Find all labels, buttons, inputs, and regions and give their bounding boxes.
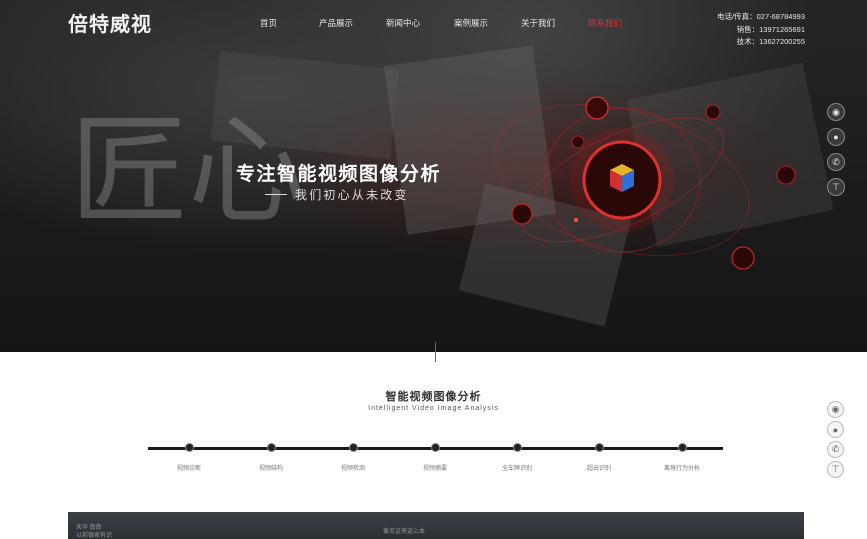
nav-item-home[interactable]: 首页: [260, 17, 277, 29]
section-divider: [435, 342, 436, 362]
bottom-feature-image: 天华 南南 以前银家有识 像见证来这么本: [68, 512, 804, 539]
nav-item-contact[interactable]: 联系我们: [588, 17, 622, 29]
top-icon[interactable]: ⊤: [827, 461, 844, 478]
node-icon: [705, 104, 721, 120]
timeline-dot[interactable]: [349, 443, 358, 452]
nav-item-about[interactable]: 关于我们: [521, 17, 555, 29]
contact-tech: 技术：13627200255: [736, 37, 805, 46]
chart-icon: [776, 165, 796, 185]
phone-icon[interactable]: ✆: [827, 441, 844, 458]
timeline-label[interactable]: 全车牌识别: [502, 463, 532, 472]
globe-icon: [585, 96, 609, 120]
timeline-label[interactable]: 视频诊断: [177, 463, 201, 472]
banner-text: 像见证来这么本: [383, 529, 426, 535]
timeline-dot[interactable]: [185, 443, 194, 452]
timeline-label[interactable]: 离境行为分析: [664, 463, 700, 472]
timeline-label[interactable]: 超出识别: [587, 463, 611, 472]
timeline-label[interactable]: 视频检测: [341, 463, 365, 472]
timeline-dot[interactable]: [513, 443, 522, 452]
phone-icon[interactable]: ✆: [827, 153, 845, 171]
top-icon[interactable]: ⊤: [827, 178, 845, 196]
contact-info: 电话/传真：027-68784993 销售：13971265691 技术：136…: [717, 11, 805, 49]
chat-icon[interactable]: ●: [827, 421, 844, 438]
hero-banner: 匠心 倍特威视 首页 产品展示 新闻中心 案例展示 关于我们 联系我们 电话/传…: [0, 0, 867, 352]
hero-subline-wrap: 我们初心从未改变: [265, 186, 409, 203]
timeline-dot[interactable]: [678, 443, 687, 452]
hero-subline: 我们初心从未改变: [295, 188, 409, 202]
feature-timeline: [148, 443, 723, 452]
nav-item-products[interactable]: 产品展示: [319, 17, 353, 29]
side-tools-dark: ◉ ● ✆ ⊤: [827, 103, 849, 203]
monitor-icon: [511, 203, 533, 225]
contact-sales: 销售：13971265691: [736, 24, 805, 34]
nav-item-news[interactable]: 新闻中心: [386, 17, 420, 29]
banner-text: 以前银家有识: [76, 533, 113, 539]
timeline-dot[interactable]: [267, 443, 276, 452]
timeline-label[interactable]: 视频摘要: [423, 463, 447, 472]
chat-icon[interactable]: ●: [827, 128, 845, 146]
side-tools-light: ◉ ● ✆ ⊤: [827, 401, 849, 481]
hero-orbit-graphic: [494, 96, 796, 270]
nav-item-cases[interactable]: 案例展示: [454, 17, 488, 29]
brand-logo[interactable]: 倍特威视: [68, 8, 152, 37]
hero-headline: 专注智能视频图像分析: [236, 164, 442, 185]
section-title: 智能视频图像分析: [385, 391, 482, 403]
timeline-dot[interactable]: [431, 443, 440, 452]
wechat-icon[interactable]: ◉: [827, 401, 844, 418]
section-subtitle: Intelligent Video Image Analysis: [368, 405, 499, 412]
list-icon: [731, 246, 755, 270]
wechat-icon[interactable]: ◉: [827, 103, 845, 121]
dash-divider: [265, 194, 287, 195]
contact-phone-fax: 电话/传真：027-68784993: [717, 12, 805, 21]
timeline-dot[interactable]: [595, 443, 604, 452]
timeline-label[interactable]: 视频结构: [259, 463, 283, 472]
node-icon: [571, 135, 585, 149]
